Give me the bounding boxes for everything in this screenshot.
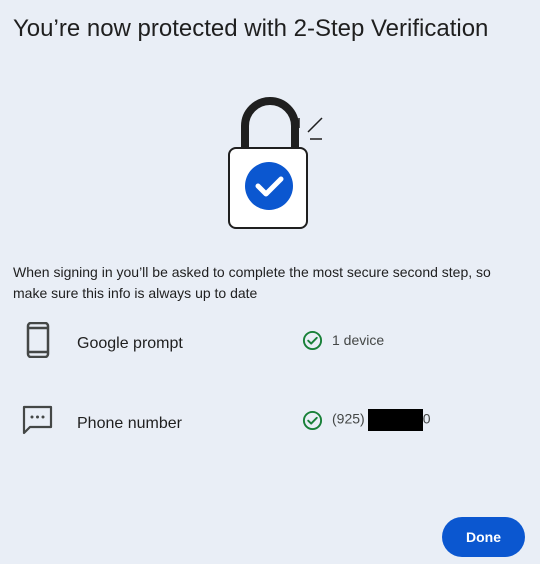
phone-icon: [26, 322, 50, 358]
method-label-google-prompt: Google prompt: [77, 335, 183, 352]
status-text-google-prompt: 1 device: [332, 332, 385, 348]
phone-suffix: 0: [422, 410, 431, 427]
padlock-check-illustration-icon: [228, 97, 323, 229]
phone-prefix: (925): [332, 410, 365, 427]
method-row-google-prompt: Google prompt 1 device: [0, 318, 540, 368]
done-button[interactable]: Done: [442, 517, 525, 557]
check-circle-icon: [302, 410, 323, 430]
status-google-prompt: 1 device: [302, 330, 384, 350]
check-circle-icon: [302, 330, 323, 350]
dialog-description: When signing in you’ll be asked to compl…: [13, 264, 491, 301]
phone-number-text: (925) 0: [332, 409, 430, 431]
method-label-phone-number: Phone number: [77, 415, 182, 432]
status-phone-number: (925) 0: [302, 409, 430, 431]
dialog-title: You’re now protected with 2-Step Verific…: [13, 15, 489, 42]
method-row-phone-number: Phone number (925) 0: [0, 398, 540, 448]
two-step-confirmation-dialog: You’re now protected with 2-Step Verific…: [0, 0, 540, 564]
redacted-block: [367, 409, 423, 431]
sms-icon: [22, 405, 53, 435]
